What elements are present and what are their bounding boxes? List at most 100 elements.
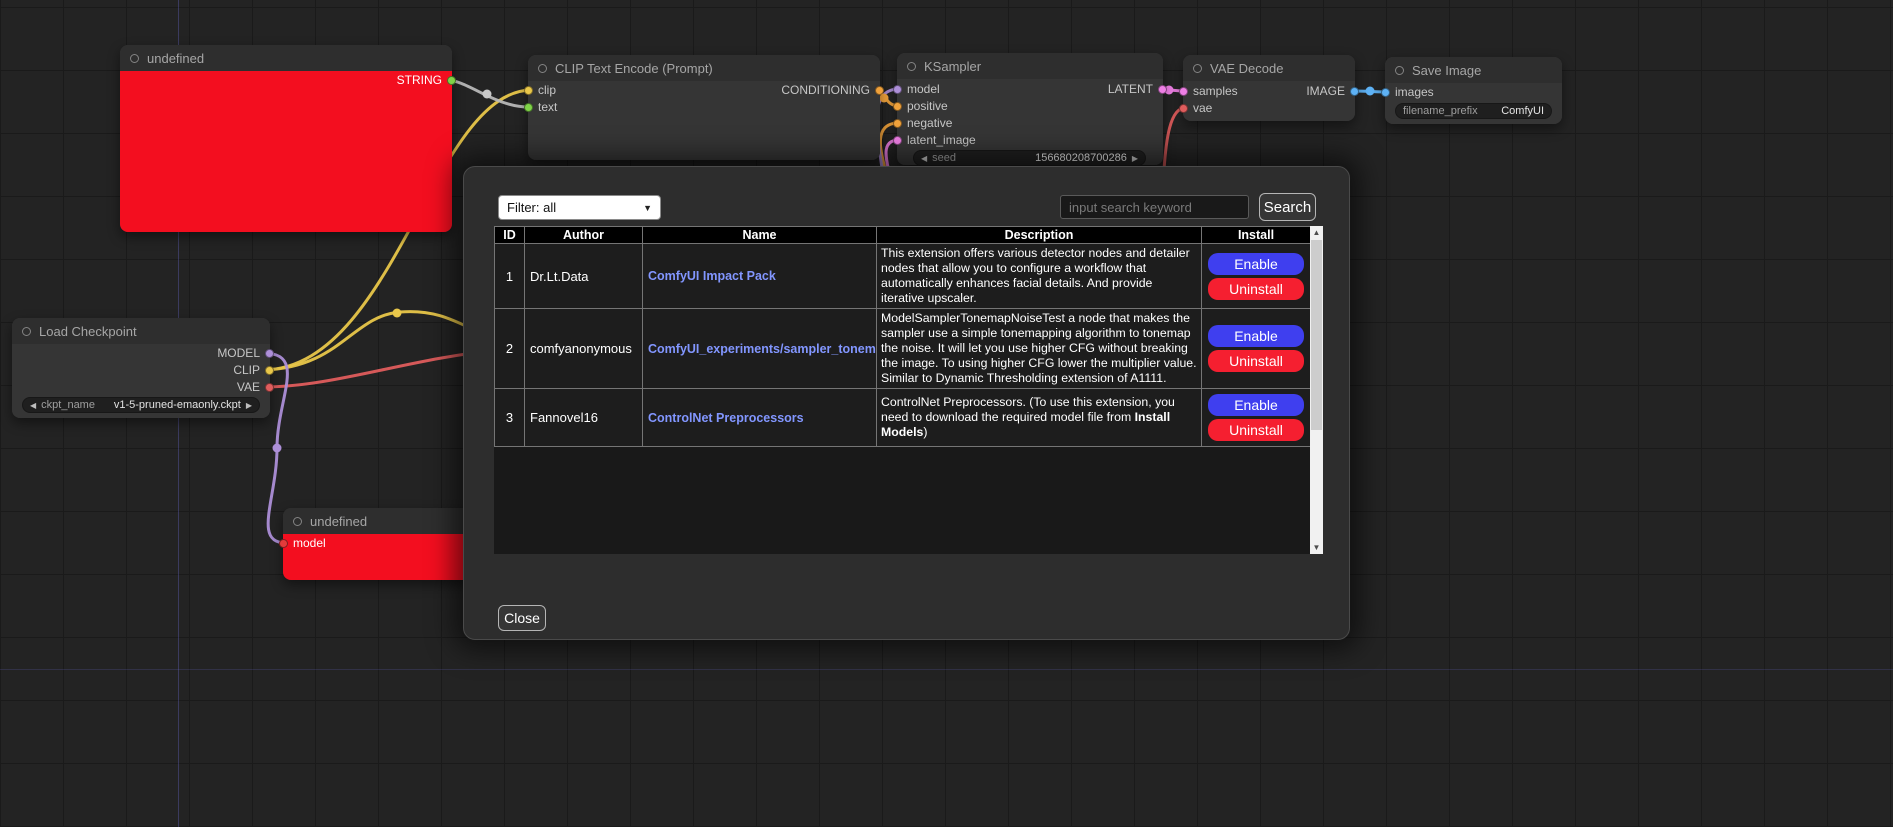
output-slot-conditioning[interactable]: CONDITIONING bbox=[781, 83, 884, 97]
vae-port-icon[interactable] bbox=[265, 383, 274, 392]
slot-label: CONDITIONING bbox=[781, 83, 870, 97]
model-port-icon[interactable] bbox=[265, 349, 274, 358]
model-port-icon[interactable] bbox=[893, 85, 902, 94]
node-header[interactable]: Load Checkpoint bbox=[12, 318, 270, 344]
image-port-icon[interactable] bbox=[1381, 88, 1390, 97]
input-slot-clip[interactable]: clip bbox=[524, 83, 556, 97]
conditioning-port-icon[interactable] bbox=[893, 102, 902, 111]
cell-install: Enable Uninstall bbox=[1202, 244, 1311, 309]
previous-arrow-icon[interactable]: ◀ bbox=[30, 401, 36, 410]
node-header[interactable]: undefined bbox=[120, 45, 452, 71]
ckpt-name-widget[interactable]: ◀ ckpt_name v1-5-pruned-emaonly.ckpt ▶ bbox=[22, 397, 260, 413]
description-text: ModelSamplerTonemapNoiseTest a node that… bbox=[881, 311, 1197, 385]
enable-button[interactable]: Enable bbox=[1208, 325, 1304, 347]
node-header[interactable]: Save Image bbox=[1385, 57, 1562, 83]
input-slot-text[interactable]: text bbox=[524, 100, 557, 114]
node-vae-decode[interactable]: VAE Decode samples vae IMAGE bbox=[1183, 55, 1355, 121]
scrollbar-thumb[interactable] bbox=[1311, 240, 1322, 430]
vae-port-icon[interactable] bbox=[1179, 104, 1188, 113]
node-undefined-1[interactable]: undefined STRING bbox=[120, 45, 452, 232]
slot-label: text bbox=[538, 100, 557, 114]
output-slot-model[interactable]: MODEL bbox=[217, 346, 274, 360]
output-slot-vae[interactable]: VAE bbox=[237, 380, 274, 394]
string-port-icon[interactable] bbox=[447, 76, 456, 85]
node-status-dot[interactable] bbox=[293, 517, 302, 526]
input-slot-model[interactable]: model bbox=[893, 82, 940, 96]
input-slot-vae[interactable]: vae bbox=[1179, 101, 1212, 115]
input-slot-latent-image[interactable]: latent_image bbox=[893, 133, 976, 147]
node-status-dot[interactable] bbox=[130, 54, 139, 63]
node-title: KSampler bbox=[924, 59, 981, 74]
node-status-dot[interactable] bbox=[1193, 64, 1202, 73]
node-title: VAE Decode bbox=[1210, 61, 1283, 76]
input-slot-images[interactable]: images bbox=[1381, 85, 1434, 99]
node-save-image[interactable]: Save Image images filename_prefix ComfyU… bbox=[1385, 57, 1562, 124]
node-clip-text-encode[interactable]: CLIP Text Encode (Prompt) clip text COND… bbox=[528, 55, 880, 160]
filter-select-value: Filter: all bbox=[507, 200, 556, 215]
cell-description: ModelSamplerTonemapNoiseTest a node that… bbox=[877, 309, 1202, 389]
extension-link[interactable]: ComfyUI_experiments/sampler_tonemap bbox=[648, 342, 877, 356]
seed-widget[interactable]: ◀ seed 156680208700286 ▶ bbox=[913, 150, 1146, 166]
image-port-icon[interactable] bbox=[1350, 87, 1359, 96]
extensions-table: IDAuthorNameDescriptionInstall 1Dr.Lt.Da… bbox=[494, 226, 1310, 554]
input-slot-samples[interactable]: samples bbox=[1179, 84, 1238, 98]
latent-port-icon[interactable] bbox=[1158, 85, 1167, 94]
output-slot-clip[interactable]: CLIP bbox=[233, 363, 274, 377]
input-slot-model[interactable]: model bbox=[279, 536, 326, 550]
slot-label: STRING bbox=[397, 73, 442, 87]
clip-port-icon[interactable] bbox=[265, 366, 274, 375]
conditioning-port-icon[interactable] bbox=[893, 119, 902, 128]
node-title: undefined bbox=[310, 514, 367, 529]
conditioning-port-icon[interactable] bbox=[875, 86, 884, 95]
clip-port-icon[interactable] bbox=[524, 86, 533, 95]
extension-link[interactable]: ControlNet Preprocessors bbox=[648, 411, 804, 425]
slot-label: model bbox=[293, 536, 326, 550]
node-status-dot[interactable] bbox=[1395, 66, 1404, 75]
search-input[interactable] bbox=[1060, 195, 1249, 219]
node-status-dot[interactable] bbox=[22, 327, 31, 336]
filename-prefix-widget[interactable]: filename_prefix ComfyUI bbox=[1395, 103, 1552, 119]
extension-row: 1Dr.Lt.DataComfyUI Impact PackThis exten… bbox=[495, 244, 1311, 309]
description-text: ControlNet Preprocessors. (To use this e… bbox=[881, 395, 1175, 424]
input-slot-positive[interactable]: positive bbox=[893, 99, 948, 113]
node-load-checkpoint[interactable]: Load Checkpoint MODEL CLIP VAE ◀ ckpt_na… bbox=[12, 318, 270, 418]
scroll-up-icon[interactable]: ▲ bbox=[1310, 226, 1323, 239]
text-port-icon[interactable] bbox=[524, 103, 533, 112]
cell-name: ControlNet Preprocessors bbox=[643, 389, 877, 447]
comfyui-screen: undefined STRING CLIP Text Encode (Promp… bbox=[0, 0, 1893, 827]
input-slot-negative[interactable]: negative bbox=[893, 116, 952, 130]
node-title: Load Checkpoint bbox=[39, 324, 137, 339]
slot-label: CLIP bbox=[233, 363, 260, 377]
extension-link[interactable]: ComfyUI Impact Pack bbox=[648, 269, 776, 283]
model-port-icon[interactable] bbox=[279, 539, 288, 548]
cell-author: comfyanonymous bbox=[525, 309, 643, 389]
increment-arrow-icon[interactable]: ▶ bbox=[1132, 154, 1138, 163]
uninstall-button[interactable]: Uninstall bbox=[1208, 278, 1304, 300]
output-slot-latent[interactable]: LATENT bbox=[1108, 82, 1167, 96]
close-button[interactable]: Close bbox=[498, 605, 546, 631]
column-header-install: Install bbox=[1202, 227, 1311, 244]
output-slot-string[interactable]: STRING bbox=[397, 73, 456, 87]
search-button[interactable]: Search bbox=[1259, 193, 1316, 221]
table-scrollbar[interactable]: ▲ ▼ bbox=[1310, 226, 1323, 554]
node-header[interactable]: VAE Decode bbox=[1183, 55, 1355, 81]
enable-button[interactable]: Enable bbox=[1208, 394, 1304, 416]
manager-dialog: Filter: all ▼ Search IDAuthorNameDescrip… bbox=[463, 166, 1350, 640]
node-status-dot[interactable] bbox=[538, 64, 547, 73]
widget-label: seed bbox=[932, 152, 956, 164]
scroll-down-icon[interactable]: ▼ bbox=[1310, 541, 1323, 554]
uninstall-button[interactable]: Uninstall bbox=[1208, 350, 1304, 372]
node-header[interactable]: CLIP Text Encode (Prompt) bbox=[528, 55, 880, 81]
latent-port-icon[interactable] bbox=[1179, 87, 1188, 96]
output-slot-image[interactable]: IMAGE bbox=[1306, 84, 1359, 98]
node-title: Save Image bbox=[1412, 63, 1481, 78]
node-header[interactable]: KSampler bbox=[897, 53, 1163, 79]
node-status-dot[interactable] bbox=[907, 62, 916, 71]
filter-select[interactable]: Filter: all ▼ bbox=[498, 195, 661, 220]
next-arrow-icon[interactable]: ▶ bbox=[246, 401, 252, 410]
enable-button[interactable]: Enable bbox=[1208, 253, 1304, 275]
decrement-arrow-icon[interactable]: ◀ bbox=[921, 154, 927, 163]
latent-port-icon[interactable] bbox=[893, 136, 902, 145]
uninstall-button[interactable]: Uninstall bbox=[1208, 419, 1304, 441]
node-ksampler[interactable]: KSampler model positive negative latent_… bbox=[897, 53, 1163, 165]
